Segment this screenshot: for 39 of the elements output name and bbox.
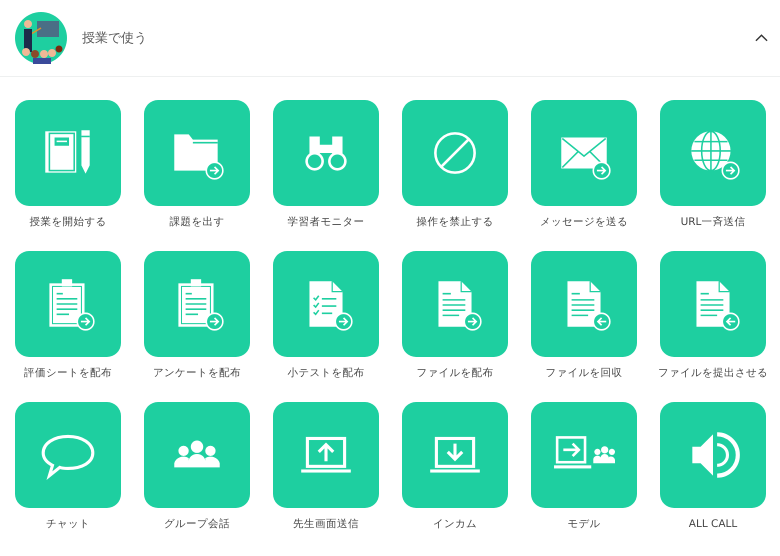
tile-label: 評価シートを配布	[24, 366, 112, 381]
tile-label: ファイルを回収	[546, 366, 622, 381]
tile-button[interactable]	[402, 251, 508, 357]
teacher-illustration-icon	[15, 12, 67, 64]
tile-button[interactable]	[402, 100, 508, 206]
tile-button[interactable]	[273, 100, 379, 206]
section-title: 授業で使う	[82, 30, 148, 47]
tile-label: 授業を開始する	[30, 215, 106, 230]
tile-label: 先生画面送信	[293, 517, 359, 532]
tile-button[interactable]	[660, 251, 766, 357]
tile-label: アンケートを配布	[153, 366, 241, 381]
tile-label: ファイルを配布	[416, 366, 494, 381]
chevron-up-icon[interactable]	[755, 34, 768, 42]
tile-button[interactable]	[531, 251, 637, 357]
tile-button[interactable]	[273, 402, 379, 508]
tile-button[interactable]	[660, 100, 766, 206]
tile-label: 操作を禁止する	[416, 215, 494, 230]
tile-label: 学習者モニター	[288, 215, 364, 230]
tile-button[interactable]	[144, 402, 250, 508]
tile-label: メッセージを送る	[540, 215, 628, 230]
tile-button[interactable]	[531, 100, 637, 206]
tile-button[interactable]	[15, 402, 121, 508]
tile-button[interactable]	[144, 100, 250, 206]
tile-label: ファイルを提出させる	[658, 366, 768, 381]
tile-label: URL一斉送信	[680, 215, 746, 230]
tile-label: インカム	[433, 517, 477, 532]
tile-label: チャット	[46, 517, 90, 532]
tile-button[interactable]	[15, 100, 121, 206]
tile-label: 課題を出す	[170, 215, 224, 230]
tile-label: 小テストを配布	[288, 366, 364, 381]
tile-button[interactable]	[531, 402, 637, 508]
tile-button[interactable]	[660, 402, 766, 508]
tile-button[interactable]	[15, 251, 121, 357]
tile-label: モデル	[568, 517, 600, 532]
tile-button[interactable]	[144, 251, 250, 357]
tile-label: グループ会話	[164, 517, 230, 532]
tile-label: ALL CALL	[688, 517, 738, 532]
tile-button[interactable]	[273, 251, 379, 357]
tile-button[interactable]	[402, 402, 508, 508]
